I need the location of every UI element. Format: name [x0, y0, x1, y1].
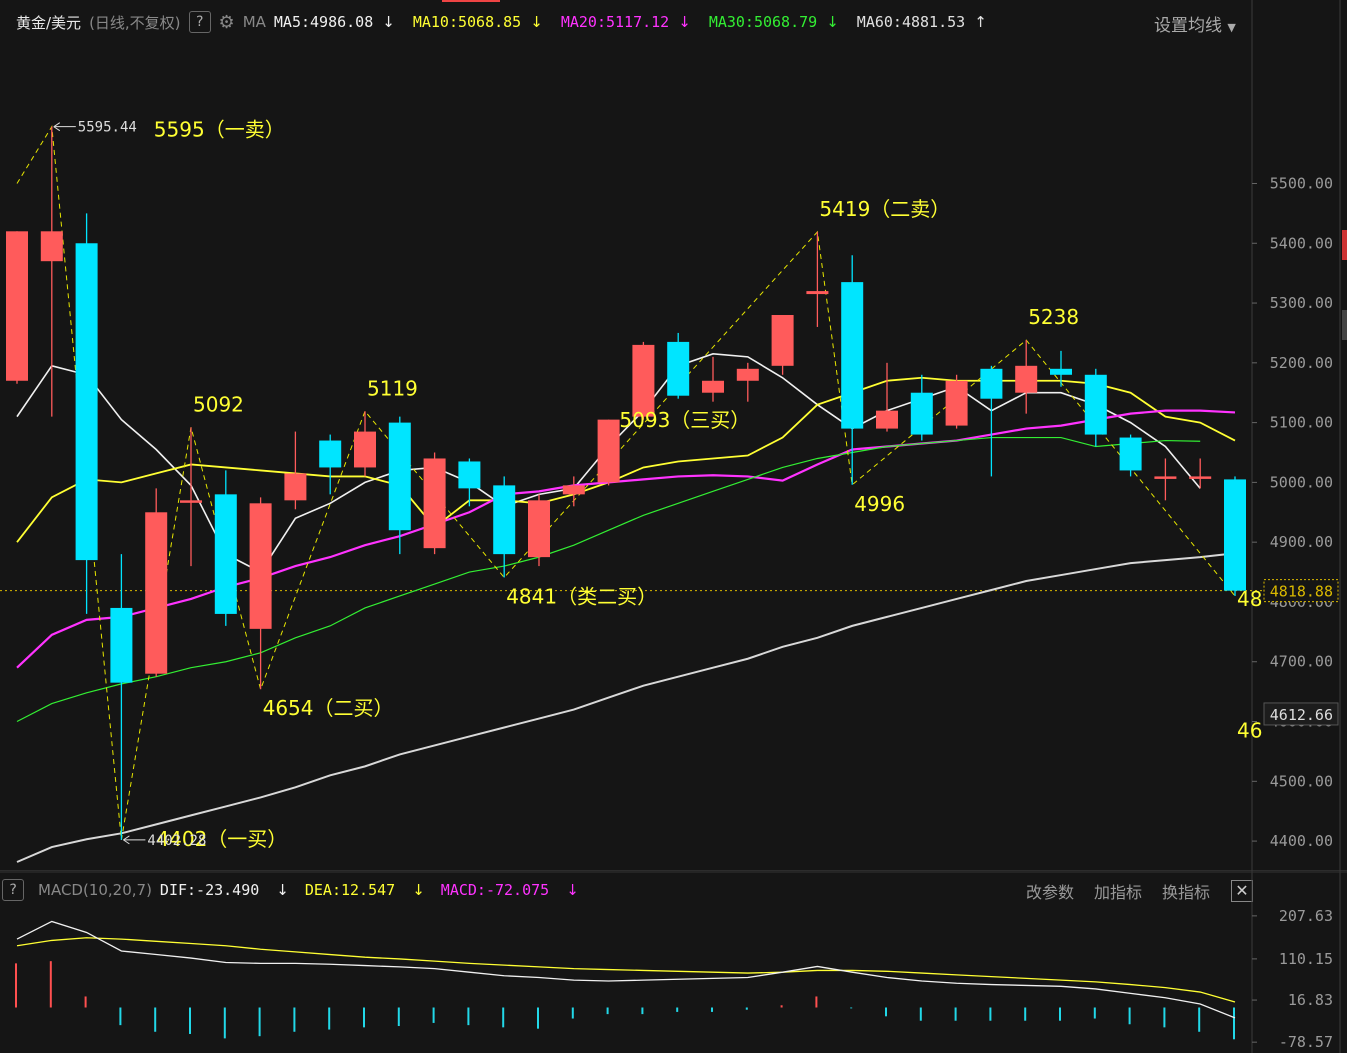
- candle-body: [597, 419, 620, 483]
- price-tick-label: 5200.00: [1270, 354, 1333, 372]
- candle-body: [493, 485, 516, 555]
- candle-body: [40, 231, 63, 262]
- ma-line-ma20: [16, 409, 1236, 669]
- pivot-annotation: 4996: [854, 492, 905, 516]
- candle-body: [6, 231, 28, 381]
- macd-dea-line: [16, 937, 1236, 1003]
- price-tick-label: 5300.00: [1270, 294, 1333, 312]
- candle-body: [1224, 479, 1246, 591]
- price-tick-label: 5400.00: [1270, 234, 1333, 252]
- marker-price-label: 4612.66: [1270, 706, 1333, 724]
- pivot-annotation: 4841（类二买）: [506, 584, 657, 608]
- candlestick-chart[interactable]: 5500.00 5400.00 5300.00 5200.00 5100.00 5000.…: [0, 0, 1347, 1053]
- pivot-annotation: 5595（一卖）: [154, 118, 285, 142]
- candle-body: [354, 431, 376, 468]
- candle-body: [1050, 368, 1072, 375]
- candle-body: [423, 458, 446, 549]
- candle-body: [249, 503, 272, 629]
- extreme-price-label: 5595.44: [78, 120, 137, 136]
- top-tab-indicator: [442, 0, 500, 2]
- candle-body: [458, 461, 481, 489]
- candle-body: [632, 344, 655, 417]
- scroll-marker: [1342, 230, 1347, 260]
- candle-body: [1084, 374, 1107, 435]
- price-tick-label: 5500.00: [1270, 174, 1333, 192]
- candle-body: [562, 485, 585, 495]
- price-tick-label: 4900.00: [1270, 533, 1333, 551]
- zigzag-line: [16, 125, 1236, 840]
- candle-body: [1189, 476, 1212, 479]
- candle-body: [75, 243, 98, 561]
- candle-body: [1119, 437, 1142, 471]
- extreme-price-label: 4402.28: [147, 833, 206, 849]
- candle-body: [910, 392, 933, 435]
- candle-body: [1154, 476, 1177, 479]
- candle-body: [736, 368, 759, 381]
- pivot-annotation: 5093（三买）: [619, 408, 750, 432]
- candle-body: [876, 410, 898, 429]
- candle-body: [180, 500, 202, 503]
- candle-body: [980, 368, 1003, 399]
- candle-body: [841, 282, 864, 429]
- price-tick-label: 4400.00: [1270, 832, 1333, 850]
- candle-body: [110, 607, 133, 683]
- candle-body: [806, 291, 829, 295]
- candle-body: [388, 422, 411, 531]
- price-tick-label: 5000.00: [1270, 473, 1333, 491]
- pivot-annotation: 5238: [1028, 305, 1079, 329]
- pivot-annotation: 48: [1237, 587, 1262, 611]
- pivot-annotation: 5119: [367, 376, 418, 400]
- pivot-annotation: 5419（二卖）: [819, 197, 950, 221]
- candle-body: [667, 341, 690, 396]
- macd-tick-label: 110.15: [1279, 950, 1333, 968]
- candle-body: [528, 500, 550, 558]
- candle-body: [284, 473, 307, 501]
- macd-tick-label: 207.63: [1279, 907, 1333, 925]
- pivot-annotation: 46: [1237, 719, 1262, 743]
- current-price-label: 4818.88: [1270, 583, 1333, 601]
- candle-body: [702, 380, 724, 393]
- pivot-annotation: 5092: [193, 392, 244, 416]
- price-tick-label: 5100.00: [1270, 414, 1333, 432]
- candle-body: [145, 512, 168, 674]
- price-tick-label: 4700.00: [1270, 653, 1333, 671]
- price-tick-label: 4500.00: [1270, 772, 1333, 790]
- scroll-marker-2: [1342, 310, 1347, 340]
- candle-body: [945, 380, 968, 426]
- candle-body: [771, 315, 794, 366]
- macd-tick-label: 16.83: [1288, 991, 1333, 1009]
- main-plot: [6, 125, 1246, 863]
- pivot-annotation: 4654（二买）: [263, 696, 394, 720]
- candle-body: [1015, 365, 1038, 393]
- candle-body: [214, 494, 237, 614]
- candle-body: [319, 440, 342, 468]
- macd-tick-label: -78.57: [1279, 1033, 1333, 1051]
